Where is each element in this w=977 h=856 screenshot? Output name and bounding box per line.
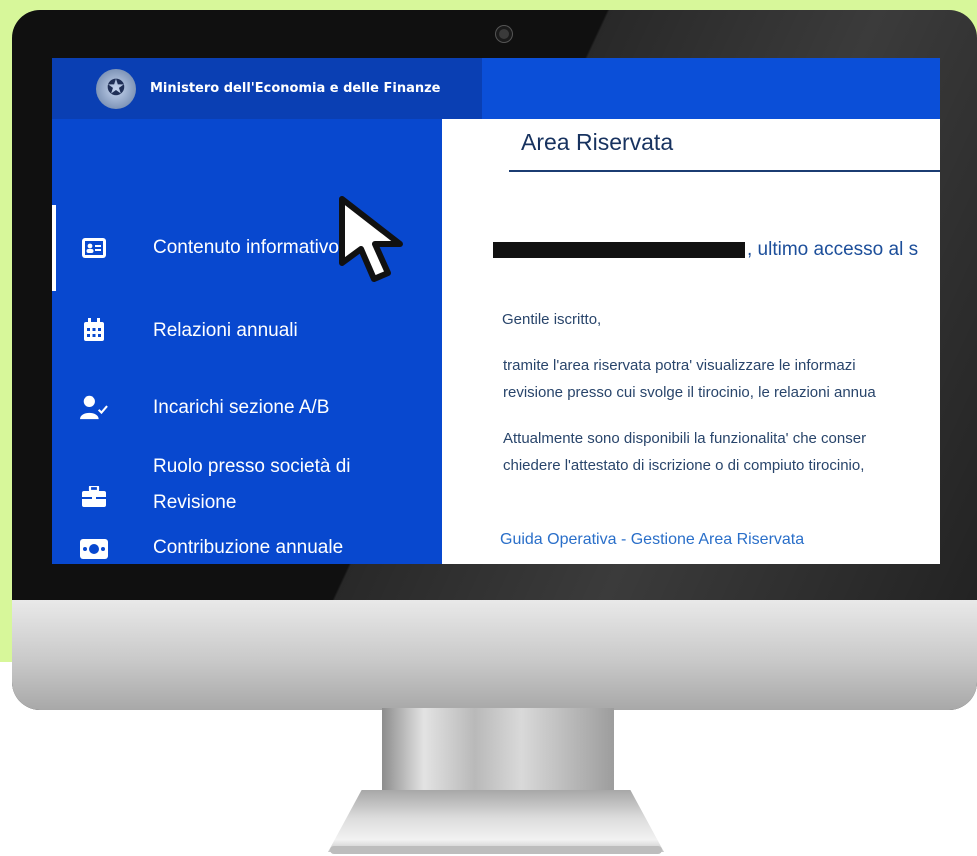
salutation: Gentile iscritto, xyxy=(502,311,602,328)
sidebar-item-label-line1: Ruolo presso società di xyxy=(153,456,351,477)
redacted-name xyxy=(493,241,745,258)
webcam xyxy=(496,26,512,42)
calendar-icon xyxy=(80,316,108,344)
mouse-pointer-icon xyxy=(339,196,403,282)
paragraph-2-line-2: chiedere l'attestato di iscrizione o di … xyxy=(503,457,865,474)
screen: ✪ Ministero dell'Economia e delle Finanz… xyxy=(52,58,940,564)
monitor-stand-base xyxy=(328,790,664,852)
sidebar-item-label: Incarichi sezione A/B xyxy=(153,397,330,418)
paragraph-2-line-1: Attualmente sono disponibili la funziona… xyxy=(503,430,867,447)
republic-emblem-icon: ✪ xyxy=(96,68,136,109)
page-title: Area Riservata xyxy=(521,129,674,155)
sidebar-item-incarichi[interactable]: Incarichi sezione A/B xyxy=(52,371,442,451)
monitor-chin xyxy=(12,600,977,710)
monitor-stand-neck xyxy=(382,708,614,804)
guide-link[interactable]: Guida Operativa - Gestione Area Riservat… xyxy=(500,531,804,549)
sidebar-item-label: Contribuzione annuale xyxy=(153,537,344,558)
monitor-frame: ✪ Ministero dell'Economia e delle Finanz… xyxy=(12,10,977,710)
sidebar-item-label: Contenuto informativo xyxy=(153,237,339,258)
main-content: Area Riservata , ultimo accesso al s Gen… xyxy=(442,119,940,564)
user-check-icon xyxy=(80,393,108,421)
ministry-name: Ministero dell'Economia e delle Finanze xyxy=(150,81,441,96)
last-access-text: , ultimo accesso al s xyxy=(747,239,919,260)
sidebar-item-ruolo-societa[interactable]: Ruolo presso società di Revisione xyxy=(52,451,442,535)
sidebar-item-label-line2: Revisione xyxy=(153,492,237,513)
title-divider xyxy=(509,170,940,172)
paragraph-1-line-1: tramite l'area riservata potra' visualiz… xyxy=(503,357,856,374)
money-icon xyxy=(80,535,108,563)
sidebar: Contenuto informativo Relazioni annuali … xyxy=(52,119,442,564)
top-bar: ✪ Ministero dell'Economia e delle Finanz… xyxy=(52,58,940,119)
welcome-line: , ultimo accesso al s xyxy=(493,239,918,261)
sidebar-item-contribuzione[interactable]: Contribuzione annuale xyxy=(52,535,442,564)
paragraph-1-line-2: revisione presso cui svolge il tirocinio… xyxy=(503,384,876,401)
briefcase-icon xyxy=(80,483,108,511)
brand[interactable]: ✪ Ministero dell'Economia e delle Finanz… xyxy=(52,58,482,119)
sidebar-item-relazioni-annuali[interactable]: Relazioni annuali xyxy=(52,291,442,371)
id-card-icon xyxy=(80,234,108,262)
sidebar-item-label: Relazioni annuali xyxy=(153,320,298,341)
